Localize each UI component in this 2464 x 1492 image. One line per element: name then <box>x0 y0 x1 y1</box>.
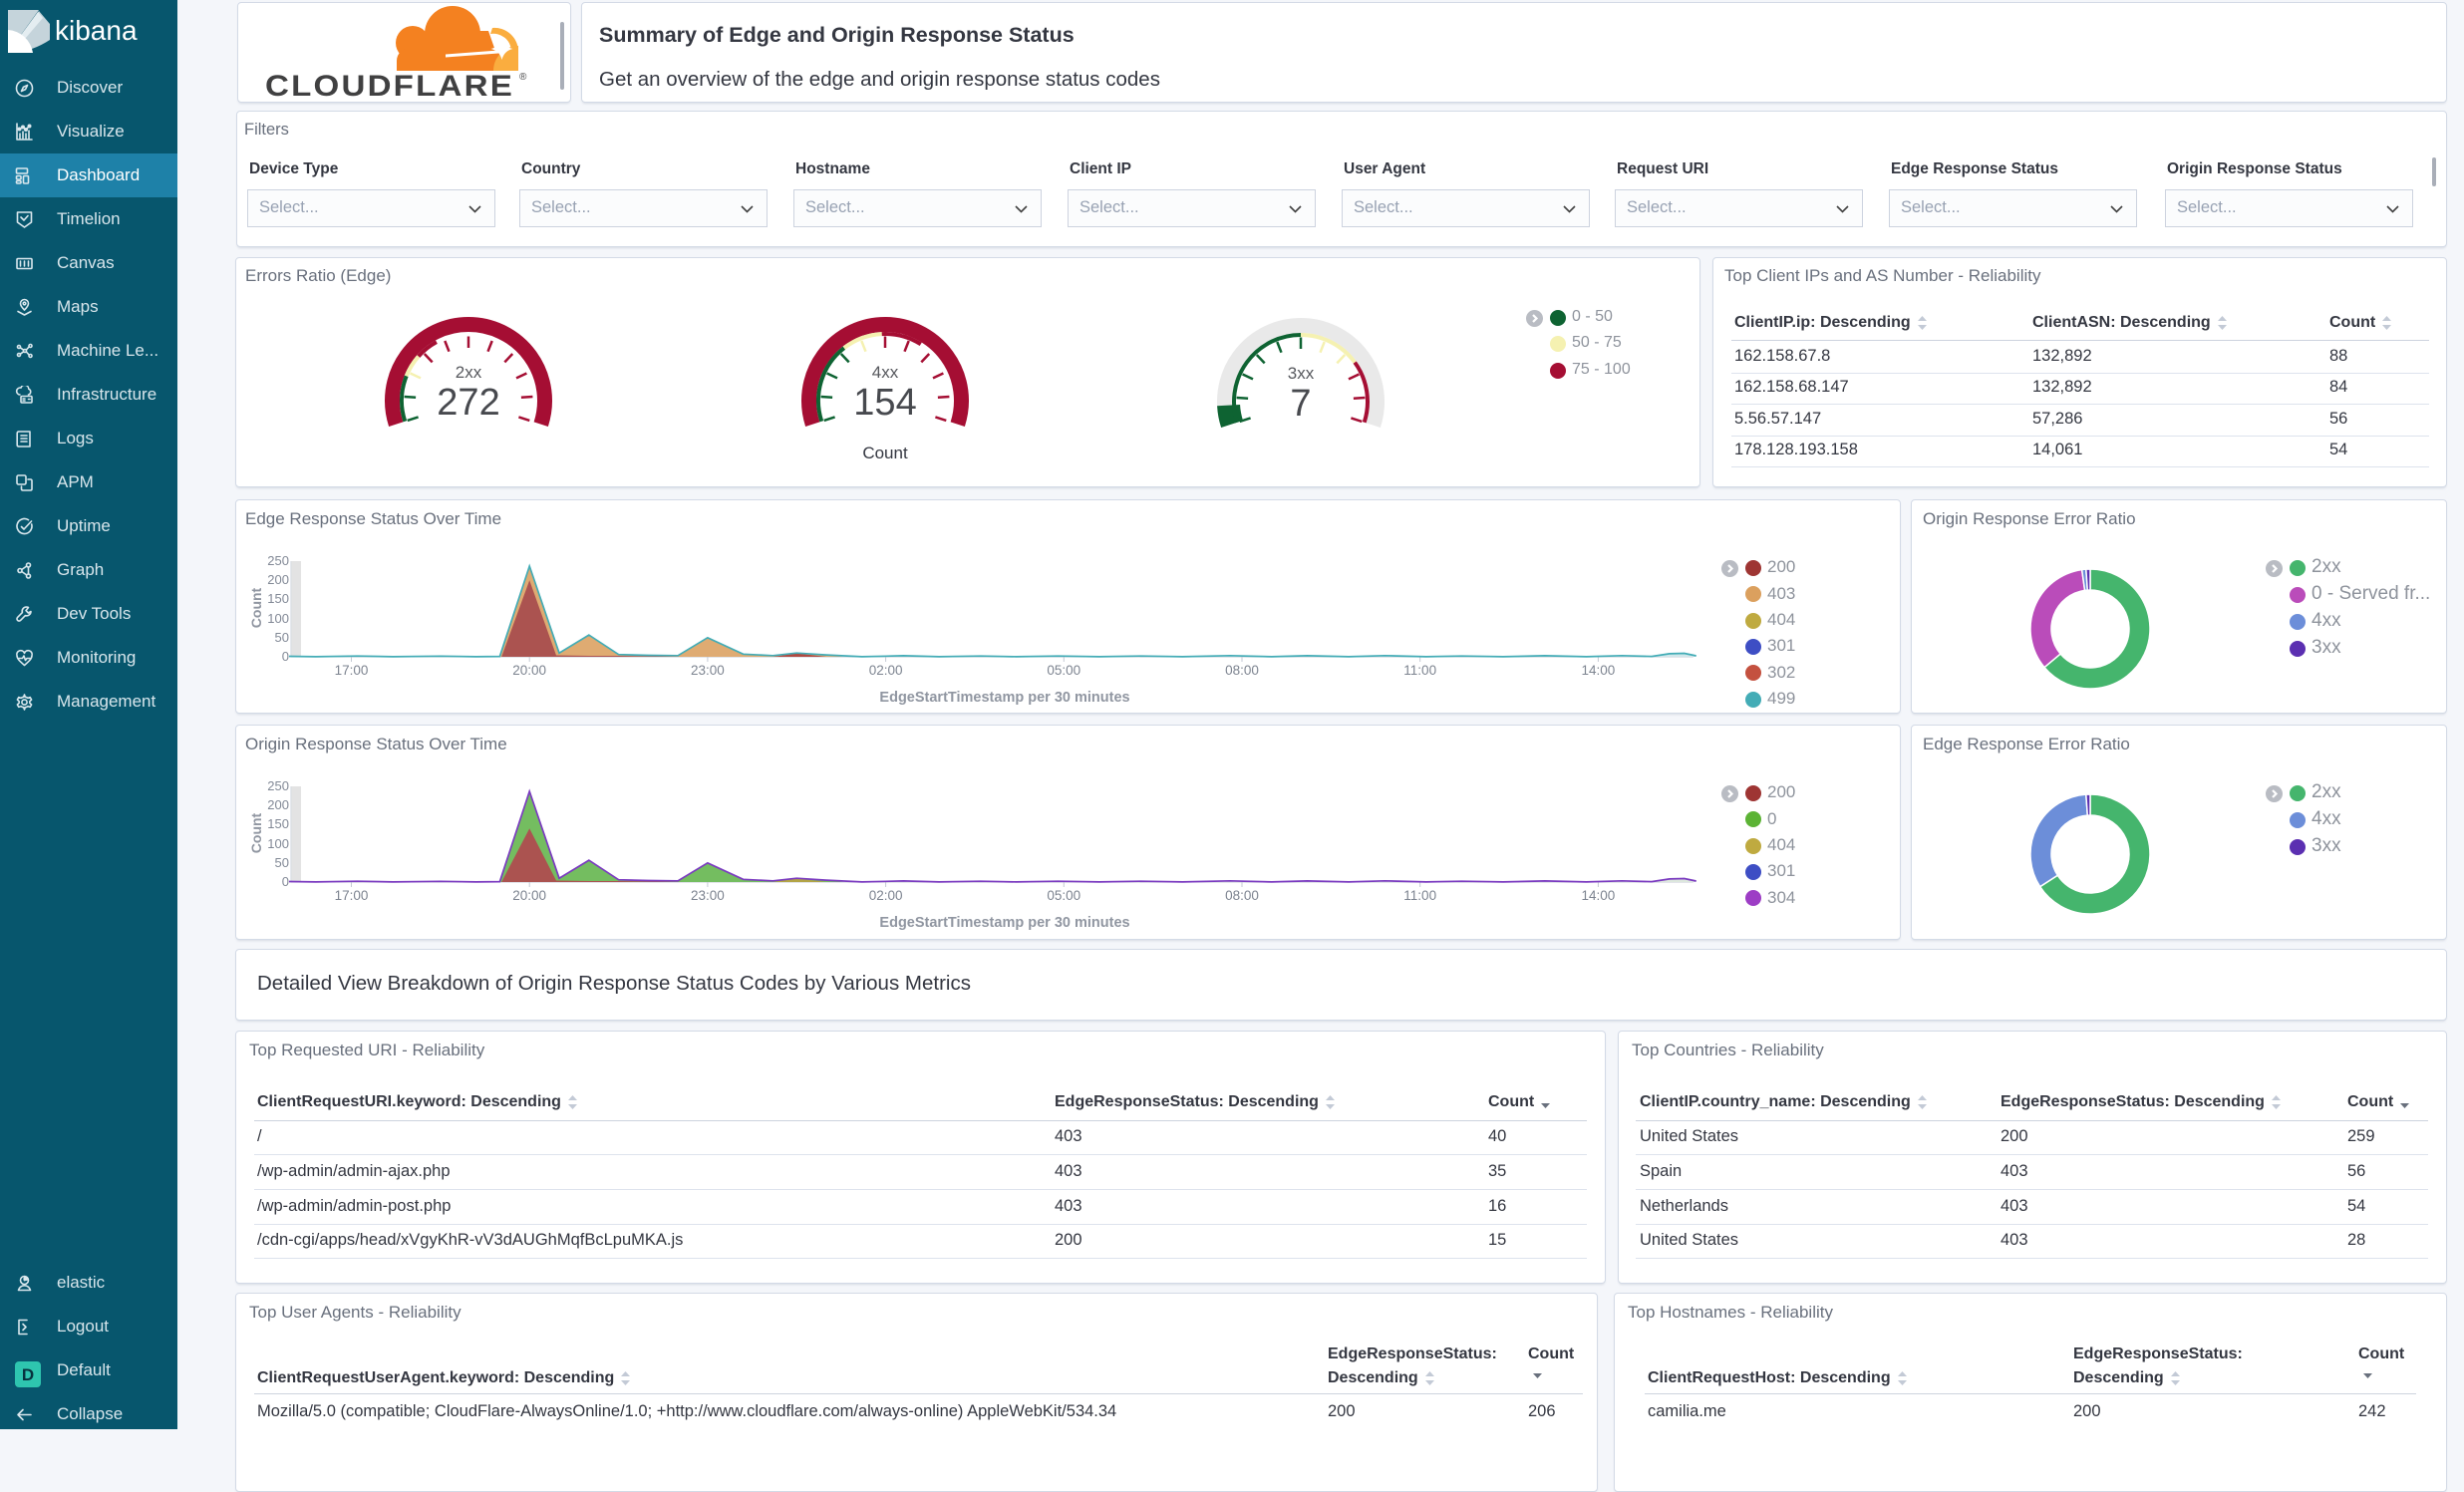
svg-text:CLOUDFLARE: CLOUDFLARE <box>265 70 514 102</box>
svg-text:D: D <box>22 1365 34 1384</box>
svg-text:®: ® <box>519 72 527 83</box>
